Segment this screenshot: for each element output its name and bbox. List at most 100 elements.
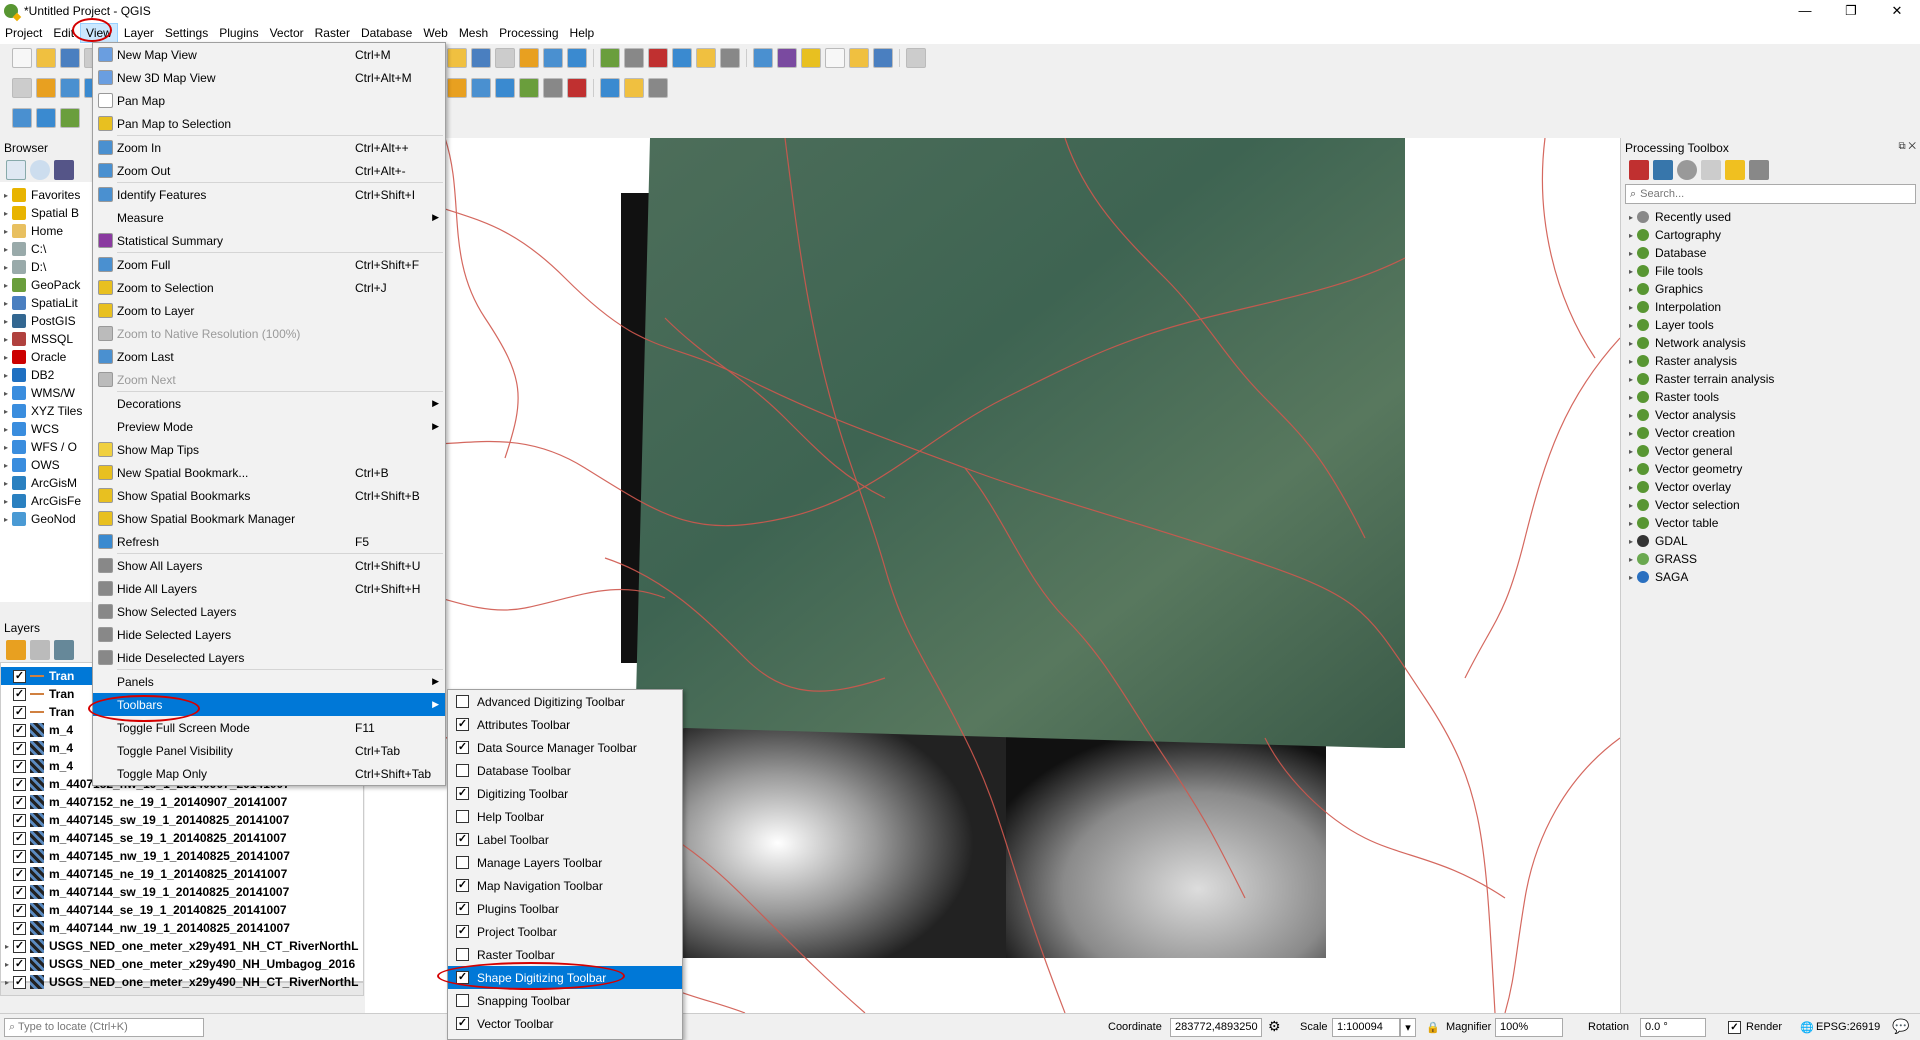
toolbar-tool-icon[interactable]	[60, 78, 80, 98]
toolbar-checkbox[interactable]	[456, 856, 469, 869]
expand-arrow-icon[interactable]: ▸	[1625, 447, 1637, 456]
toolbar-toggle-item[interactable]: ✓ Vector Toolbar	[448, 1012, 682, 1035]
toolbar-tool-icon[interactable]	[567, 48, 587, 68]
menu-database[interactable]: Database	[356, 24, 417, 42]
expand-arrow-icon[interactable]: ▸	[0, 353, 12, 362]
expand-arrow-icon[interactable]: ▸	[1, 960, 13, 969]
processing-provider-item[interactable]: ▸ Raster analysis	[1625, 352, 1916, 370]
expand-arrow-icon[interactable]: ▸	[1625, 357, 1637, 366]
expand-arrow-icon[interactable]: ▸	[1625, 465, 1637, 474]
expand-arrow-icon[interactable]: ▸	[1625, 285, 1637, 294]
view-menu-item[interactable]: Measure ▶	[93, 206, 445, 229]
expand-arrow-icon[interactable]: ▸	[0, 515, 12, 524]
toolbar-tool-icon[interactable]	[60, 48, 80, 68]
menu-raster[interactable]: Raster	[310, 24, 355, 42]
crs-button[interactable]: EPSG:26919	[1816, 1021, 1880, 1033]
expand-arrow-icon[interactable]: ▸	[0, 443, 12, 452]
layer-visibility-checkbox[interactable]: ✓	[13, 759, 26, 773]
processing-provider-item[interactable]: ▸ Recently used	[1625, 208, 1916, 226]
options-icon[interactable]	[1749, 160, 1769, 180]
toolbar-tool-icon[interactable]	[519, 78, 539, 98]
expand-arrow-icon[interactable]: ▸	[1625, 501, 1637, 510]
toolbar-toggle-item[interactable]: ✓ Shape Digitizing Toolbar	[448, 966, 682, 989]
models-icon[interactable]	[1629, 160, 1649, 180]
toolbar-checkbox[interactable]: ✓	[456, 1017, 469, 1030]
extents-toggle-icon[interactable]: ⚙	[1268, 1018, 1281, 1035]
view-menu-item[interactable]: Toggle Full Screen Mode F11	[93, 716, 445, 739]
layer-row[interactable]: ✓ m_4407144_se_19_1_20140825_20141007	[1, 901, 363, 919]
toolbar-toggle-item[interactable]: Manage Layers Toolbar	[448, 851, 682, 874]
toolbar-tool-icon[interactable]	[36, 78, 56, 98]
expand-arrow-icon[interactable]: ▸	[1625, 267, 1637, 276]
view-menu-item[interactable]: Show Map Tips	[93, 438, 445, 461]
toolbar-checkbox[interactable]: ✓	[456, 741, 469, 754]
expand-arrow-icon[interactable]: ▸	[1625, 231, 1637, 240]
processing-provider-item[interactable]: ▸ File tools	[1625, 262, 1916, 280]
minimize-button[interactable]: —	[1782, 0, 1828, 22]
layer-row[interactable]: ▸ ✓ USGS_NED_one_meter_x29y490_NH_Umbagog_…	[1, 955, 363, 973]
view-menu-item[interactable]: Refresh F5	[93, 530, 445, 553]
view-menu-item[interactable]: Show All Layers Ctrl+Shift+U	[93, 554, 445, 577]
render-checkbox[interactable]: ✓	[1728, 1021, 1741, 1034]
toolbar-checkbox[interactable]: ✓	[456, 718, 469, 731]
expand-arrow-icon[interactable]: ▸	[0, 389, 12, 398]
toolbar-tool-icon[interactable]	[36, 48, 56, 68]
expand-arrow-icon[interactable]: ▸	[0, 479, 12, 488]
filter-icon[interactable]	[54, 160, 74, 180]
expand-arrow-icon[interactable]: ▸	[0, 299, 12, 308]
expand-arrow-icon[interactable]: ▸	[0, 371, 12, 380]
toolbar-toggle-item[interactable]: ✓ Plugins Toolbar	[448, 897, 682, 920]
processing-provider-item[interactable]: ▸ Database	[1625, 244, 1916, 262]
expand-arrow-icon[interactable]: ▸	[1625, 249, 1637, 258]
expand-arrow-icon[interactable]: ▸	[0, 335, 12, 344]
toolbar-tool-icon[interactable]	[849, 48, 869, 68]
expand-arrow-icon[interactable]: ▸	[1, 942, 13, 951]
toolbar-tool-icon[interactable]	[600, 78, 620, 98]
view-menu-item[interactable]: Preview Mode ▶	[93, 415, 445, 438]
toolbar-toggle-item[interactable]: Raster Toolbar	[448, 943, 682, 966]
toolbar-tool-icon[interactable]	[624, 78, 644, 98]
layer-visibility-checkbox[interactable]: ✓	[13, 687, 26, 701]
view-menu-item[interactable]: Toggle Map Only Ctrl+Shift+Tab	[93, 762, 445, 785]
layer-row[interactable]: ✓ m_4407144_nw_19_1_20140825_20141007	[1, 919, 363, 937]
toolbar-tool-icon[interactable]	[447, 48, 467, 68]
layer-visibility-checkbox[interactable]: ✓	[13, 669, 26, 683]
expand-arrow-icon[interactable]: ▸	[1, 978, 13, 987]
processing-provider-item[interactable]: ▸ Network analysis	[1625, 334, 1916, 352]
close-button[interactable]: ✕	[1874, 0, 1920, 22]
layer-row[interactable]: ✓ m_4407144_sw_19_1_20140825_20141007	[1, 883, 363, 901]
view-menu-item[interactable]: New 3D Map View Ctrl+Alt+M	[93, 66, 445, 89]
expand-arrow-icon[interactable]: ▸	[1625, 537, 1637, 546]
processing-search-box[interactable]: ⌕ Search...	[1625, 184, 1916, 204]
layer-row[interactable]: ▸ ✓ USGS_NED_one_meter_x29y491_NH_CT_River…	[1, 937, 363, 955]
toolbar-toggle-item[interactable]: Snapping Toolbar	[448, 989, 682, 1012]
expand-arrow-icon[interactable]: ▸	[1625, 213, 1637, 222]
menu-mesh[interactable]: Mesh	[454, 24, 493, 42]
expand-arrow-icon[interactable]: ▸	[0, 461, 12, 470]
toolbar-checkbox[interactable]: ✓	[456, 971, 469, 984]
toolbar-tool-icon[interactable]	[471, 78, 491, 98]
processing-provider-item[interactable]: ▸ Vector general	[1625, 442, 1916, 460]
coordinate-field[interactable]: 283772,4893250	[1170, 1018, 1262, 1037]
layer-visibility-checkbox[interactable]: ✓	[13, 831, 26, 845]
toolbar-checkbox[interactable]: ✓	[456, 925, 469, 938]
processing-provider-item[interactable]: ▸ Vector geometry	[1625, 460, 1916, 478]
processing-provider-item[interactable]: ▸ GRASS	[1625, 550, 1916, 568]
history-icon[interactable]	[1677, 160, 1697, 180]
layer-visibility-checkbox[interactable]: ✓	[13, 741, 26, 755]
layer-row[interactable]: ✓ m_4407145_nw_19_1_20140825_20141007	[1, 847, 363, 865]
layer-visibility-checkbox[interactable]: ✓	[13, 795, 26, 809]
menu-settings[interactable]: Settings	[160, 24, 213, 42]
toolbar-tool-icon[interactable]	[825, 48, 845, 68]
layer-visibility-checkbox[interactable]: ✓	[13, 849, 26, 863]
toolbar-tool-icon[interactable]	[543, 48, 563, 68]
menu-layer[interactable]: Layer	[119, 24, 159, 42]
toolbar-tool-icon[interactable]	[543, 78, 563, 98]
toolbar-checkbox[interactable]	[456, 695, 469, 708]
toolbar-checkbox[interactable]	[456, 764, 469, 777]
processing-provider-item[interactable]: ▸ Graphics	[1625, 280, 1916, 298]
expand-arrow-icon[interactable]: ▸	[0, 191, 12, 200]
python-icon[interactable]	[1653, 160, 1673, 180]
toolbar-tool-icon[interactable]	[648, 78, 668, 98]
expand-arrow-icon[interactable]: ▸	[0, 317, 12, 326]
